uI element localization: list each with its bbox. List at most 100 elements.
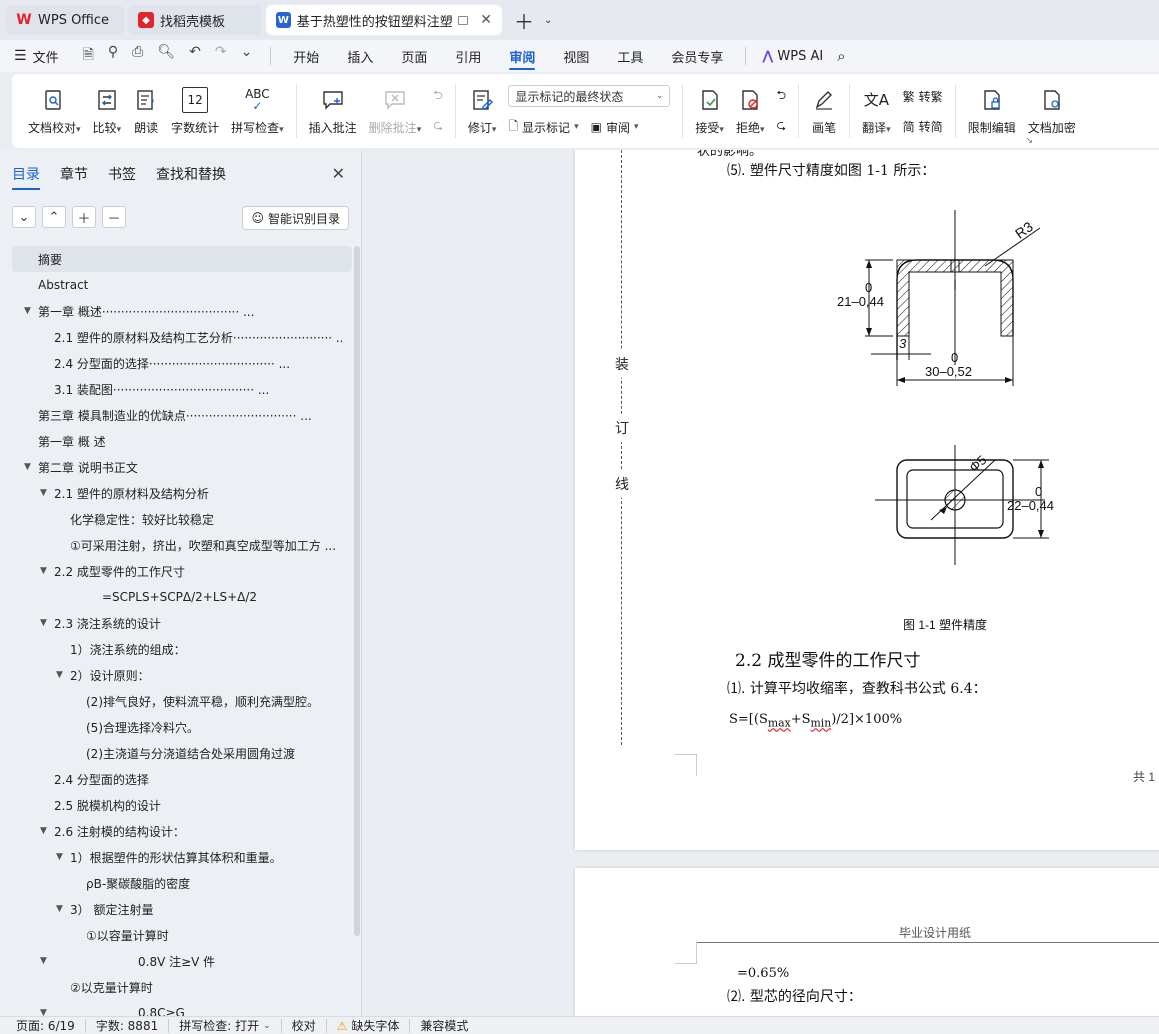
- toc-item[interactable]: ▼ 0.8V 注≥V 件: [12, 948, 352, 974]
- toc-item[interactable]: 2.4 分型面的选择······························…: [12, 350, 352, 376]
- tab-chapters[interactable]: 章节: [60, 164, 88, 190]
- tab-wps-office[interactable]: W WPS Office: [6, 5, 124, 35]
- toc-item[interactable]: (2)排气良好，使料流平稳，顺利充满型腔。: [12, 688, 352, 714]
- toc-collapse-arrow-icon[interactable]: ▼: [24, 306, 31, 316]
- toc-item[interactable]: 第一章 概 述: [12, 428, 352, 454]
- proofread-button[interactable]: 文档校对▾: [22, 76, 87, 146]
- toc-item[interactable]: ▼ 2.2 成型零件的工作尺寸: [12, 558, 352, 584]
- toc-item[interactable]: =SCPLS+SCPΔ/2+LS+Δ/2: [12, 584, 352, 610]
- insert-comment-button[interactable]: 插入批注: [303, 76, 363, 146]
- toc-item[interactable]: ▼ 2.3 浇注系统的设计: [12, 610, 352, 636]
- word-count-button[interactable]: 12 字数统计: [165, 76, 225, 146]
- wps-ai-button[interactable]: ⋀ WPS AI: [754, 49, 831, 64]
- to-simplified-button[interactable]: 简转简: [903, 116, 943, 136]
- toc-collapse-arrow-icon[interactable]: ▼: [40, 956, 47, 966]
- prev-revision-icon[interactable]: ⮌: [776, 86, 786, 106]
- tab-document[interactable]: W 基于热塑性的按钮塑料注塑模 ✕: [266, 5, 502, 35]
- menu-member[interactable]: 会员专享: [657, 40, 737, 72]
- show-markup-button[interactable]: 🗋 显示标记 ▾: [508, 117, 578, 137]
- accept-button[interactable]: 接受▾: [689, 76, 730, 146]
- restrict-edit-button[interactable]: 限制编辑: [962, 76, 1022, 146]
- more-icon[interactable]: ⌄: [241, 44, 253, 68]
- translate-button[interactable]: 文A 翻译▾: [856, 76, 897, 146]
- to-traditional-button[interactable]: 繁转繁: [903, 86, 943, 106]
- share-icon[interactable]: ⚲: [108, 44, 118, 68]
- tab-find-replace[interactable]: 查找和替换: [156, 164, 226, 190]
- toc-item[interactable]: 第三章 模具制造业的优缺点···························…: [12, 402, 352, 428]
- next-comment-icon[interactable]: ⮎: [433, 116, 443, 136]
- file-menu[interactable]: 文件: [33, 47, 59, 66]
- compare-button[interactable]: 比较▾: [87, 76, 128, 146]
- toc-collapse-arrow-icon[interactable]: ▼: [40, 618, 47, 628]
- save-icon[interactable]: 🗎: [83, 44, 94, 68]
- menu-tools[interactable]: 工具: [603, 40, 657, 72]
- next-revision-icon[interactable]: ⮎: [776, 116, 786, 136]
- print-preview-icon[interactable]: 🔍︎: [157, 44, 175, 68]
- toc-collapse-arrow-icon[interactable]: ▼: [56, 852, 63, 862]
- expand-down-icon[interactable]: ⌄: [12, 206, 36, 228]
- toc-item[interactable]: ▼ 1）根据塑件的形状估算其体积和重量。: [12, 844, 352, 870]
- spell-check-button[interactable]: ABC ✓ 拼写检查▾: [225, 76, 290, 146]
- search-icon[interactable]: ⌕: [837, 47, 845, 65]
- menu-page[interactable]: 页面: [387, 40, 441, 72]
- toc-item[interactable]: 化学稳定性：较好比较稳定: [12, 506, 352, 532]
- undo-icon[interactable]: ↶: [189, 44, 201, 68]
- page-indicator[interactable]: 页面: 6/19: [16, 1018, 86, 1033]
- toc-item[interactable]: ②以克量计算时: [12, 974, 352, 1000]
- read-aloud-button[interactable]: 朗读: [127, 76, 165, 146]
- missing-font-status[interactable]: ⚠ 缺失字体: [327, 1018, 411, 1033]
- toc-item[interactable]: 1）浇注系统的组成：: [12, 636, 352, 662]
- toc-item[interactable]: Abstract: [12, 272, 352, 298]
- monitor-icon[interactable]: [458, 15, 469, 25]
- revise-button[interactable]: 修订▾: [462, 76, 503, 146]
- reject-button[interactable]: 拒绝▾: [730, 76, 771, 146]
- collapse-up-icon[interactable]: ⌃: [42, 206, 66, 228]
- menu-view[interactable]: 视图: [549, 40, 603, 72]
- toc-collapse-arrow-icon[interactable]: ▼: [40, 488, 47, 498]
- smart-toc-button[interactable]: ☺ 智能识别目录: [242, 206, 349, 230]
- toc-item[interactable]: ▼ 2.1 塑件的原材料及结构分析: [12, 480, 352, 506]
- toc-item[interactable]: (5)合理选择冷料穴。: [12, 714, 352, 740]
- markup-state-select[interactable]: 显示标记的最终状态 ⌄: [508, 85, 671, 107]
- menu-review[interactable]: 审阅: [495, 40, 549, 72]
- close-icon[interactable]: ✕: [480, 12, 492, 28]
- nav-scrollbar[interactable]: [354, 246, 360, 936]
- toc-item[interactable]: 3.1 装配图·································…: [12, 376, 352, 402]
- ribbon-expand-icon[interactable]: ↘: [1025, 136, 1033, 146]
- menu-start[interactable]: 开始: [279, 40, 333, 72]
- toc-item[interactable]: ▼ 3） 额定注射量: [12, 896, 352, 922]
- add-icon[interactable]: ＋: [72, 206, 96, 228]
- word-count-status[interactable]: 字数: 8881: [86, 1018, 170, 1033]
- toc-collapse-arrow-icon[interactable]: ▼: [24, 462, 31, 472]
- close-icon[interactable]: ✕: [332, 164, 345, 183]
- tab-toc[interactable]: 目录: [12, 164, 40, 190]
- toc-collapse-arrow-icon[interactable]: ▼: [56, 670, 63, 680]
- toc-item[interactable]: 摘要: [12, 246, 352, 272]
- review-pane-button[interactable]: ▣ 审阅 ▾: [591, 117, 639, 137]
- tab-bookmarks[interactable]: 书签: [108, 164, 136, 190]
- proof-status[interactable]: 校对: [282, 1018, 327, 1033]
- add-tab-icon[interactable]: ＋: [514, 6, 534, 35]
- toc-collapse-arrow-icon[interactable]: ▼: [56, 904, 63, 914]
- prev-comment-icon[interactable]: ⮌: [433, 86, 443, 106]
- toc-item[interactable]: ρB-聚碳酸脂的密度: [12, 870, 352, 896]
- spell-check-status[interactable]: 拼写检查: 打开 ⌄: [169, 1018, 282, 1033]
- menu-insert[interactable]: 插入: [333, 40, 387, 72]
- toc-item[interactable]: ①可采用注射，挤出，吹塑和真空成型等加工方 ...: [12, 532, 352, 558]
- pen-button[interactable]: 画笔: [805, 76, 843, 146]
- chevron-down-icon[interactable]: ⌄: [544, 15, 552, 26]
- toc-item[interactable]: ▼ 2）设计原则：: [12, 662, 352, 688]
- toc-item[interactable]: 2.1 塑件的原材料及结构工艺分析·······················…: [12, 324, 352, 350]
- menu-reference[interactable]: 引用: [441, 40, 495, 72]
- hamburger-icon[interactable]: ☰: [14, 48, 27, 64]
- toc-item[interactable]: ▼ 2.6 注射模的结构设计：: [12, 818, 352, 844]
- toc-item[interactable]: 2.5 脱模机构的设计: [12, 792, 352, 818]
- toc-item[interactable]: ▼ 第二章 说明书正文: [12, 454, 352, 480]
- toc-item[interactable]: (2)主浇道与分浇道结合处采用圆角过渡: [12, 740, 352, 766]
- toc-item[interactable]: 2.4 分型面的选择: [12, 766, 352, 792]
- tab-docer[interactable]: ◆ 找稻壳模板: [128, 5, 262, 35]
- toc-item[interactable]: ▼ 第一章 概述·································…: [12, 298, 352, 324]
- print-icon[interactable]: ⎙: [132, 44, 143, 68]
- redo-icon[interactable]: ↷: [215, 44, 227, 68]
- toc-collapse-arrow-icon[interactable]: ▼: [40, 566, 47, 576]
